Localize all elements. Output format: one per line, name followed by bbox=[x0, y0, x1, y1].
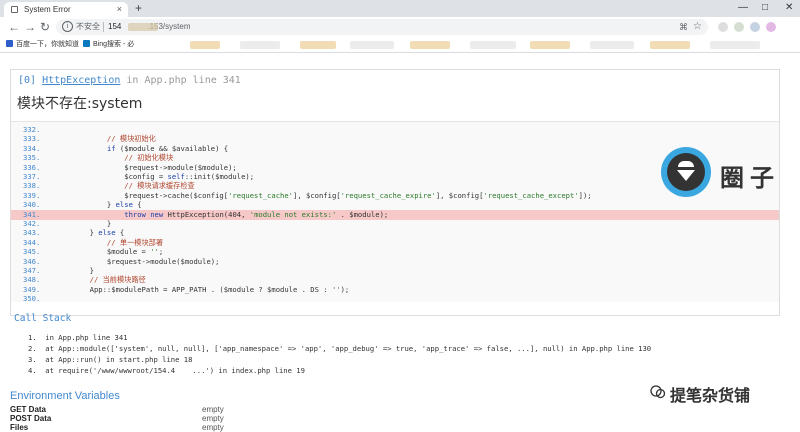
env-key: Files bbox=[10, 423, 29, 432]
source-code-block: 332. 333. // 模块初始化 334. if ($module && $av… bbox=[11, 121, 779, 304]
back-arrow-icon[interactable]: ← bbox=[8, 20, 20, 34]
exception-class-link[interactable]: HttpException bbox=[42, 75, 120, 86]
new-tab-button[interactable]: + bbox=[135, 1, 142, 15]
quanzi-logo-icon bbox=[661, 147, 711, 197]
watermark-text: 提笔杂货铺 bbox=[670, 386, 751, 405]
address-divider bbox=[103, 22, 104, 32]
line-number: 350. bbox=[23, 294, 41, 304]
env-row: POST Data empty bbox=[10, 414, 310, 423]
reload-icon[interactable]: ↻ bbox=[40, 20, 50, 34]
environment-variables-title: Environment Variables bbox=[10, 390, 120, 402]
site-info-icon[interactable]: i bbox=[62, 21, 73, 32]
env-value: empty bbox=[202, 414, 224, 423]
redacted-bookmark bbox=[710, 41, 760, 49]
env-row: Files empty bbox=[10, 423, 310, 432]
env-value: empty bbox=[202, 405, 224, 414]
redacted-bookmark bbox=[470, 41, 516, 49]
close-window-button[interactable]: ✕ bbox=[785, 1, 793, 15]
redacted-url-segment bbox=[128, 23, 158, 31]
address-bar[interactable]: i 不安全 154.153/system ⌘ ☆ bbox=[56, 19, 708, 35]
bing-icon bbox=[83, 40, 90, 47]
profile-avatar[interactable] bbox=[766, 22, 776, 32]
translate-icon[interactable]: ⌘ bbox=[679, 21, 688, 33]
redacted-bookmark bbox=[350, 41, 394, 49]
exception-in-text: in bbox=[126, 75, 139, 86]
extension-icon[interactable] bbox=[734, 22, 744, 32]
call-stack-item: 1. in App.php line 341 bbox=[28, 333, 128, 342]
extension-icon[interactable] bbox=[750, 22, 760, 32]
redacted-bookmark bbox=[590, 41, 634, 49]
exception-header: [0] HttpException in App.php line 341 bbox=[18, 75, 241, 86]
call-stack-title: Call Stack bbox=[14, 313, 72, 324]
tab-title: System Error bbox=[24, 5, 71, 14]
env-row: GET Data empty bbox=[10, 405, 310, 414]
call-stack-item: 4. at require('/www/wwwroot/154.4 ...') … bbox=[28, 366, 305, 375]
redacted-bookmark bbox=[410, 41, 450, 49]
bookmarks-bar: 百度一下，你就知道 Bing搜索 - 必 bbox=[0, 37, 800, 53]
env-value: empty bbox=[202, 423, 224, 432]
browser-toolbar: ← → ↻ i 不安全 154.153/system ⌘ ☆ bbox=[0, 17, 800, 37]
bookmark-baidu[interactable]: 百度一下，你就知道 bbox=[6, 37, 79, 52]
tab-system-error[interactable]: System Error × bbox=[4, 2, 128, 17]
wechat-icon bbox=[650, 385, 666, 399]
source-line: 350. bbox=[11, 294, 779, 304]
page-favicon-icon bbox=[11, 6, 18, 13]
call-stack-item: 3. at App::run() in start.php line 18 bbox=[28, 355, 193, 364]
extension-icon[interactable] bbox=[718, 22, 728, 32]
env-key: POST Data bbox=[10, 414, 52, 423]
security-label: 不安全 bbox=[76, 22, 100, 31]
bookmark-star-icon[interactable]: ☆ bbox=[693, 20, 702, 34]
page-content: [0] HttpException in App.php line 341 模块… bbox=[0, 53, 800, 432]
env-key: GET Data bbox=[10, 405, 47, 414]
tab-strip: System Error × + — □ ✕ bbox=[0, 0, 800, 17]
forward-arrow-icon[interactable]: → bbox=[24, 20, 36, 34]
call-stack-item: 2. at App::module(['system', null, null]… bbox=[28, 344, 652, 353]
exception-file: App.php line 341 bbox=[144, 75, 241, 86]
badge-text: 圈子 bbox=[720, 163, 780, 192]
maximize-button[interactable]: □ bbox=[762, 1, 768, 15]
tab-close-icon[interactable]: × bbox=[117, 2, 122, 17]
redacted-bookmark bbox=[300, 41, 336, 49]
redacted-bookmark bbox=[190, 41, 220, 49]
redacted-bookmark bbox=[240, 41, 280, 49]
exception-index: [0] bbox=[18, 75, 37, 86]
bookmark-bing[interactable]: Bing搜索 - 必 bbox=[83, 37, 134, 52]
minimize-button[interactable]: — bbox=[738, 1, 748, 15]
exception-message: 模块不存在:system bbox=[17, 96, 143, 112]
redacted-bookmark bbox=[650, 41, 690, 49]
redacted-bookmark bbox=[530, 41, 570, 49]
baidu-icon bbox=[6, 40, 13, 47]
